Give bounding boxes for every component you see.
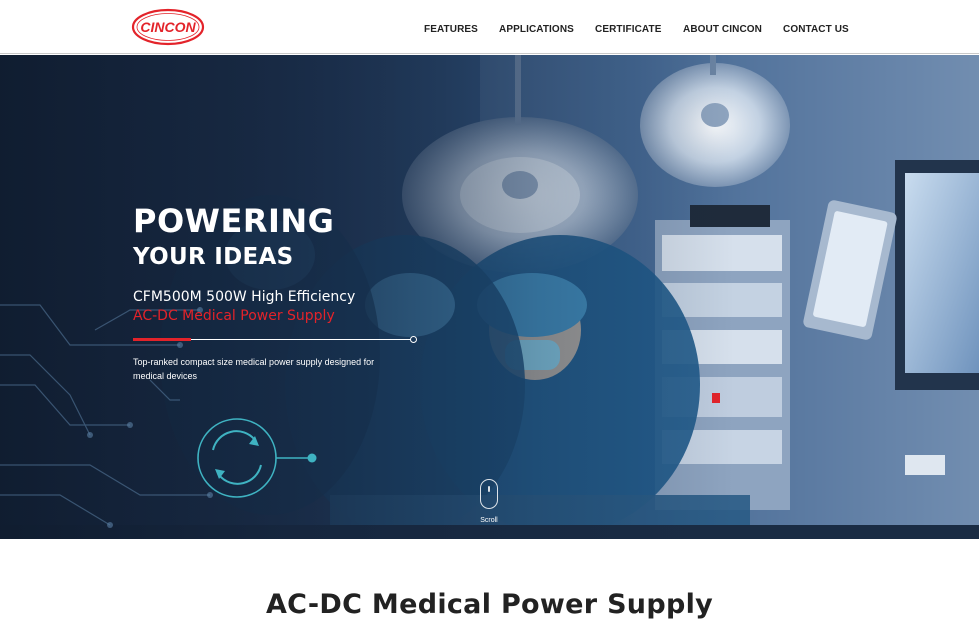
- section-title: AC-DC Medical Power Supply: [265, 589, 714, 620]
- nav-item-certificate[interactable]: CERTIFICATE: [595, 24, 661, 35]
- hero-product-name: CFM500M 500W High Efficiency: [133, 289, 356, 305]
- hero-product-type: AC-DC Medical Power Supply: [133, 308, 335, 324]
- hero-title-line-2: YOUR IDEAS: [133, 244, 294, 270]
- scroll-mouse-icon[interactable]: [480, 479, 498, 509]
- nav-item-about-cincon[interactable]: ABOUT CINCON: [683, 24, 762, 35]
- nav-item-applications[interactable]: APPLICATIONS: [499, 24, 574, 35]
- nav-item-contact-us[interactable]: CONTACT US: [783, 24, 849, 35]
- scroll-label[interactable]: Scroll: [473, 517, 505, 524]
- hero-divider-dot: [410, 336, 417, 343]
- refresh-cycle-icon: [197, 418, 317, 498]
- nav-item-features[interactable]: FEATURES: [424, 24, 478, 35]
- hero-title-line-1: POWERING: [133, 202, 335, 240]
- hero-divider-accent: [133, 338, 191, 341]
- site-header: CINCON FEATURES APPLICATIONS CERTIFICATE…: [0, 0, 979, 54]
- main-nav: FEATURES APPLICATIONS CERTIFICATE ABOUT …: [0, 24, 979, 40]
- hero-banner: POWERING YOUR IDEAS CFM500M 500W High Ef…: [0, 55, 979, 539]
- hero-description: Top-ranked compact size medical power su…: [133, 357, 375, 381]
